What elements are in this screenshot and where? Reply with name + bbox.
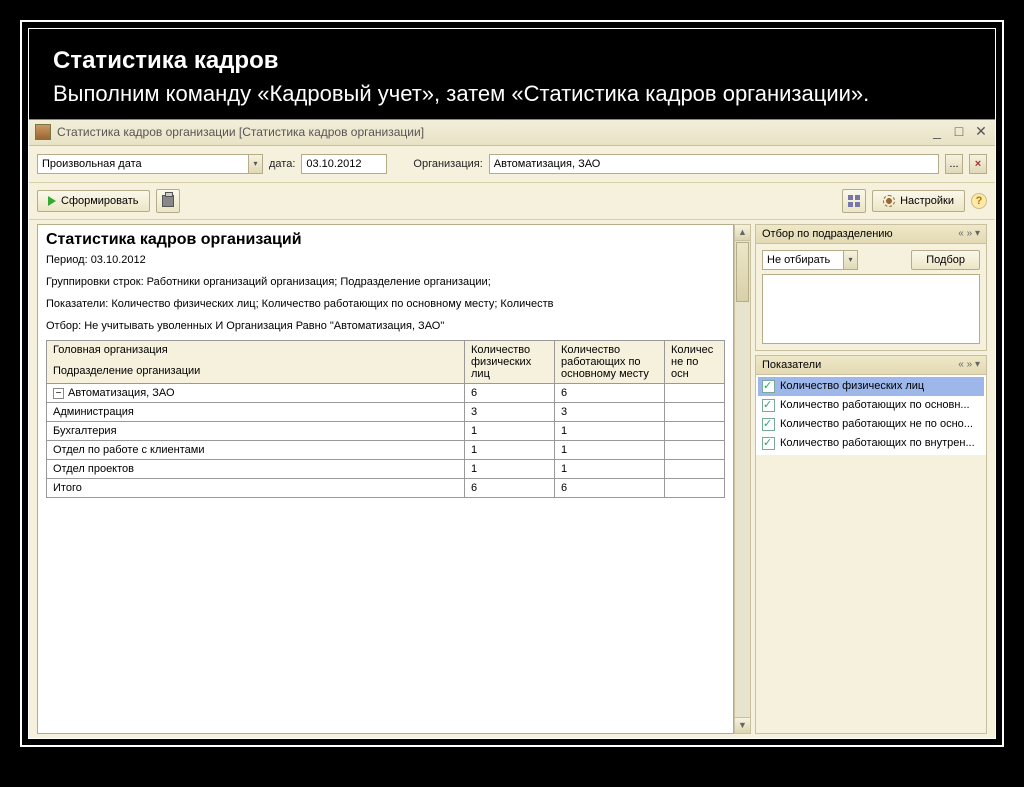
table-row: Отдел проектов 1 1 bbox=[47, 460, 725, 479]
indicator-item[interactable]: Количество физических лиц bbox=[758, 377, 984, 396]
col-header-dept: Подразделение организации bbox=[47, 362, 465, 384]
org-clear-button[interactable]: × bbox=[969, 154, 987, 174]
panel-controls[interactable]: « » ▾ bbox=[958, 359, 980, 370]
app-window: Статистика кадров организации [Статистик… bbox=[29, 119, 995, 738]
window-title: Статистика кадров организации [Статистик… bbox=[57, 125, 424, 139]
report-area: Статистика кадров организаций Период: 03… bbox=[37, 224, 734, 734]
chevron-down-icon[interactable] bbox=[843, 251, 857, 269]
org-value: Автоматизация, ЗАО bbox=[494, 158, 601, 170]
generate-label: Сформировать bbox=[61, 195, 139, 207]
collapse-icon[interactable]: − bbox=[53, 388, 64, 399]
help-button[interactable]: ? bbox=[971, 193, 987, 209]
generate-button[interactable]: Сформировать bbox=[37, 190, 150, 212]
org-label: Организация: bbox=[413, 158, 482, 170]
play-icon bbox=[48, 196, 56, 206]
col-header-count3: Количес не по осн bbox=[665, 341, 725, 384]
titlebar: Статистика кадров организации [Статистик… bbox=[29, 120, 995, 146]
org-select-button[interactable]: ... bbox=[945, 154, 963, 174]
indicators-panel-head: Показатели « » ▾ bbox=[756, 356, 986, 375]
date-label: дата: bbox=[269, 158, 295, 170]
report-scrollbar[interactable]: ▲ ▼ bbox=[734, 224, 751, 734]
org-field[interactable]: Автоматизация, ЗАО bbox=[489, 154, 939, 174]
table-row: Бухгалтерия 1 1 bbox=[47, 422, 725, 441]
filter-panel-title: Отбор по подразделению bbox=[762, 228, 893, 240]
close-button[interactable]: ✕ bbox=[973, 125, 989, 140]
print-icon bbox=[162, 195, 174, 207]
report-groupings: Группировки строк: Работники организаций… bbox=[46, 275, 725, 291]
table-total-row: Итого 6 6 bbox=[47, 479, 725, 498]
maximize-button[interactable]: □ bbox=[951, 125, 967, 140]
table-row: Отдел по работе с клиентами 1 1 bbox=[47, 441, 725, 460]
scroll-thumb[interactable] bbox=[736, 242, 749, 302]
filter-list[interactable] bbox=[762, 274, 980, 344]
report-period: Период: 03.10.2012 bbox=[46, 253, 725, 269]
filter-panel-head: Отбор по подразделению « » ▾ bbox=[756, 225, 986, 244]
scroll-up-icon[interactable]: ▲ bbox=[735, 225, 750, 241]
report-indicators: Показатели: Количество физических лиц; К… bbox=[46, 297, 725, 313]
params-bar: Произвольная дата дата: 03.10.2012 Орган… bbox=[29, 146, 995, 183]
table-row: Администрация 3 3 bbox=[47, 403, 725, 422]
col-header-org: Головная организация bbox=[47, 341, 465, 363]
pick-button[interactable]: Подбор bbox=[911, 250, 980, 270]
main-area: Статистика кадров организаций Период: 03… bbox=[29, 220, 995, 738]
filter-mode-combo[interactable]: Не отбирать bbox=[762, 250, 858, 270]
period-type-value: Произвольная дата bbox=[42, 158, 142, 170]
indicators-panel: Показатели « » ▾ Количество физических л… bbox=[755, 355, 987, 734]
date-value: 03.10.2012 bbox=[306, 158, 361, 170]
indicators-list: Количество физических лиц Количество раб… bbox=[756, 375, 986, 455]
report-title: Статистика кадров организаций bbox=[46, 231, 725, 249]
settings-label: Настройки bbox=[900, 195, 954, 207]
layout-button[interactable] bbox=[842, 189, 866, 213]
indicator-item[interactable]: Количество работающих по основн... bbox=[758, 396, 984, 415]
indicator-item[interactable]: Количество работающих по внутрен... bbox=[758, 434, 984, 453]
slide-header: Статистика кадров Выполним команду «Кадр… bbox=[29, 29, 995, 119]
toolbar: Сформировать Настройки ? bbox=[29, 183, 995, 220]
checkbox-icon[interactable] bbox=[762, 418, 775, 431]
settings-button[interactable]: Настройки bbox=[872, 190, 965, 212]
scroll-down-icon[interactable]: ▼ bbox=[735, 717, 750, 733]
period-type-combo[interactable]: Произвольная дата bbox=[37, 154, 263, 174]
side-panel: Отбор по подразделению « » ▾ Не отбирать… bbox=[755, 224, 987, 734]
slide-description: Выполним команду «Кадровый учет», затем … bbox=[53, 79, 971, 109]
filter-panel-body: Не отбирать Подбор bbox=[756, 244, 986, 350]
slide-inner-frame: Статистика кадров Выполним команду «Кадр… bbox=[28, 28, 996, 739]
checkbox-icon[interactable] bbox=[762, 380, 775, 393]
date-field[interactable]: 03.10.2012 bbox=[301, 154, 387, 174]
print-button[interactable] bbox=[156, 189, 180, 213]
report-filter: Отбор: Не учитывать уволенных И Организа… bbox=[46, 319, 725, 335]
gear-icon bbox=[883, 195, 895, 207]
grid-icon bbox=[848, 195, 860, 207]
filter-panel: Отбор по подразделению « » ▾ Не отбирать… bbox=[755, 224, 987, 351]
indicator-item[interactable]: Количество работающих не по осно... bbox=[758, 415, 984, 434]
table-row: −Автоматизация, ЗАО 6 6 bbox=[47, 384, 725, 403]
checkbox-icon[interactable] bbox=[762, 399, 775, 412]
report-table: Головная организация Количество физическ… bbox=[46, 340, 725, 498]
checkbox-icon[interactable] bbox=[762, 437, 775, 450]
col-header-count2: Количество работающих по основному месту bbox=[555, 341, 665, 384]
panel-controls[interactable]: « » ▾ bbox=[958, 228, 980, 239]
chevron-down-icon[interactable] bbox=[248, 155, 262, 173]
app-icon bbox=[35, 124, 51, 140]
slide-title: Статистика кадров bbox=[53, 47, 971, 75]
slide-outer-frame: Статистика кадров Выполним команду «Кадр… bbox=[20, 20, 1004, 747]
indicators-panel-title: Показатели bbox=[762, 359, 821, 371]
window-controls: _ □ ✕ bbox=[929, 125, 989, 140]
col-header-count1: Количество физических лиц bbox=[465, 341, 555, 384]
minimize-button[interactable]: _ bbox=[929, 125, 945, 140]
